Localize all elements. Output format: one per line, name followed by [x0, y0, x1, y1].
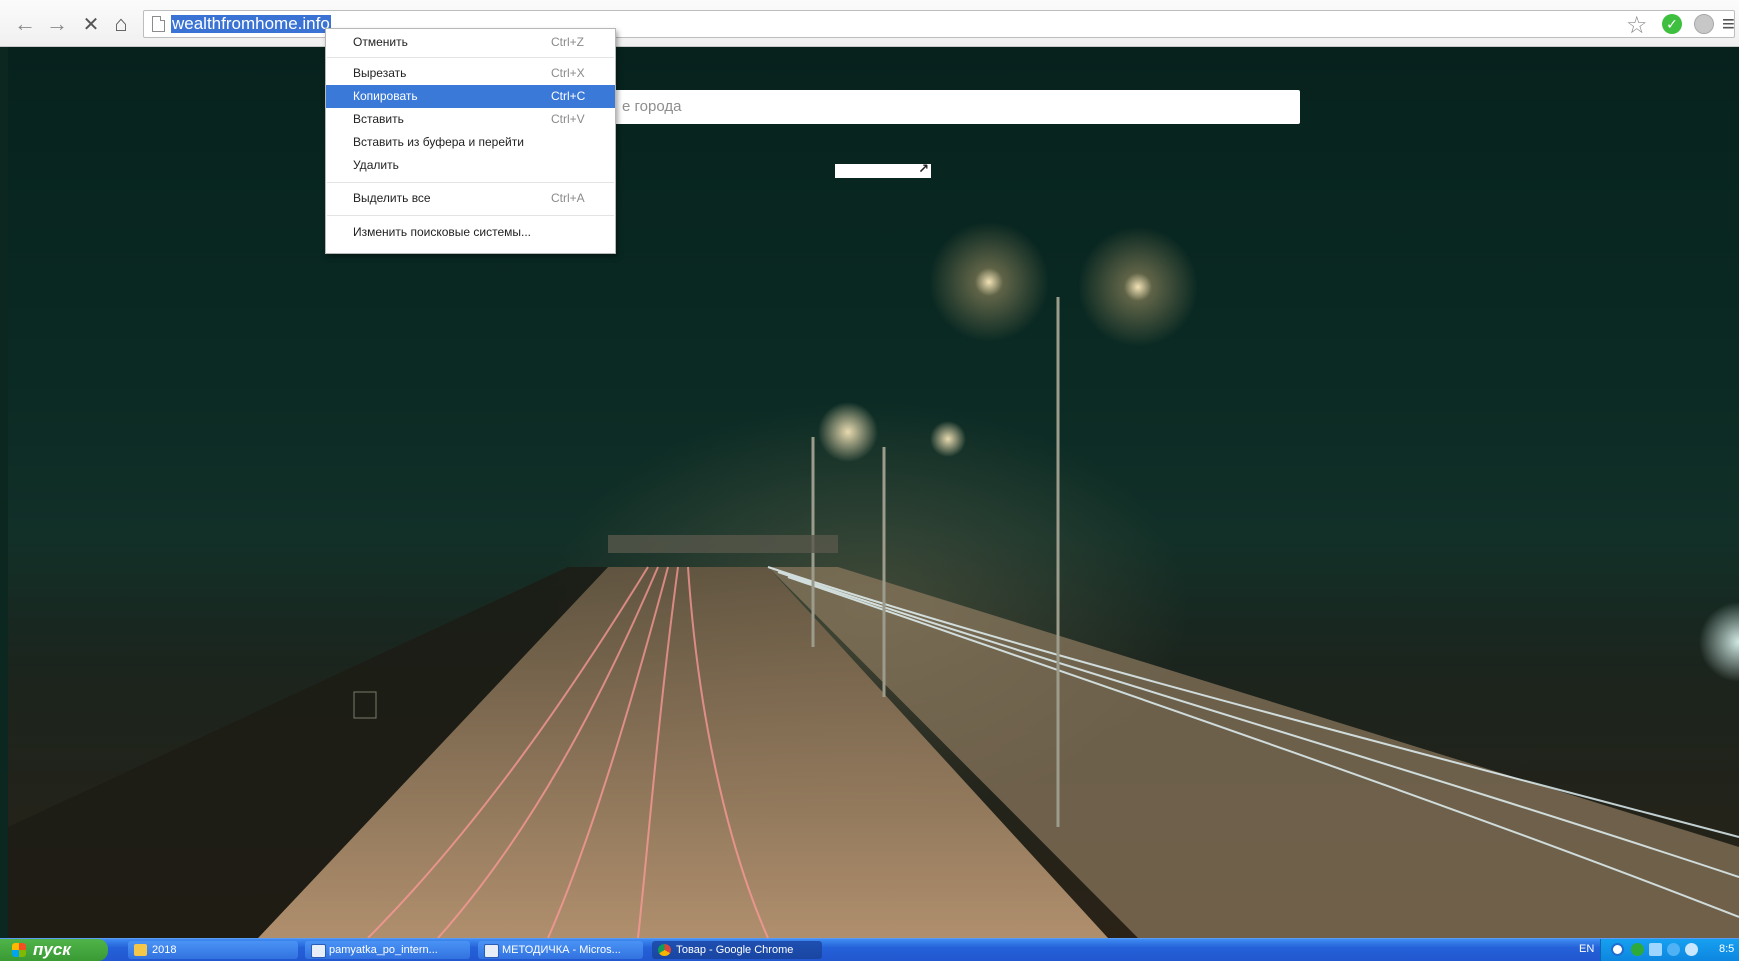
- page-background: е города ↗: [8, 47, 1739, 938]
- bookmark-star-icon[interactable]: ☆: [1626, 11, 1648, 40]
- menu-separator: [327, 182, 614, 183]
- windows-logo-icon: [12, 943, 26, 957]
- browser-toolbar: ← → ✕ ⌂ wealthfromhome.info ☆ ✓ ≡: [0, 0, 1739, 47]
- city-search-input[interactable]: е города: [560, 90, 1300, 124]
- menu-item-delete[interactable]: Удалить: [326, 154, 615, 177]
- external-link-button[interactable]: ↗: [835, 161, 931, 178]
- page-icon: [152, 16, 165, 32]
- antivirus-tray-icon[interactable]: [1631, 943, 1644, 956]
- stop-icon[interactable]: ✕: [78, 12, 104, 36]
- system-tray: EN 8:5: [1579, 939, 1739, 961]
- word-icon: [484, 944, 499, 958]
- menu-item-paste-and-go[interactable]: Вставить из буфера и перейти: [326, 131, 615, 154]
- chrome-menu-icon[interactable]: ≡: [1722, 11, 1735, 37]
- external-arrow-icon: ↗: [918, 161, 929, 176]
- network-tray-icon[interactable]: [1649, 943, 1662, 956]
- forward-arrow-icon[interactable]: →: [44, 11, 70, 36]
- menu-item-copy[interactable]: Копировать Ctrl+C: [326, 85, 615, 108]
- volume-tray-icon[interactable]: [1685, 943, 1698, 956]
- menu-item-select-all[interactable]: Выделить все Ctrl+A: [326, 187, 615, 210]
- menu-separator: [327, 215, 614, 216]
- menu-item-edit-search-engines[interactable]: Изменить поисковые системы...: [326, 221, 615, 244]
- menu-item-cut[interactable]: Вырезать Ctrl+X: [326, 62, 615, 85]
- folder-icon: [134, 944, 147, 956]
- search-placeholder: е города: [622, 98, 682, 115]
- back-arrow-icon[interactable]: ←: [12, 11, 38, 36]
- context-menu: Отменить Ctrl+Z Вырезать Ctrl+X Копирова…: [325, 28, 616, 254]
- extension-check-icon[interactable]: ✓: [1662, 14, 1682, 34]
- taskbar-item-folder-2018[interactable]: 2018: [128, 941, 298, 959]
- chrome-icon: [658, 944, 671, 956]
- taskbar-item-pamyatka[interactable]: pamyatka_po_intern...: [305, 941, 470, 959]
- update-tray-icon[interactable]: [1667, 943, 1680, 956]
- menu-item-paste[interactable]: Вставить Ctrl+V: [326, 108, 615, 131]
- taskbar-item-metodichka[interactable]: МЕТОДИЧКА - Micros...: [478, 941, 643, 959]
- clock: 8:5: [1719, 943, 1735, 955]
- home-icon[interactable]: ⌂: [108, 11, 134, 36]
- windows-taskbar: пуск 2018 pamyatka_po_intern... МЕТОДИЧК…: [0, 938, 1739, 961]
- tray-arrow-icon[interactable]: [1611, 943, 1624, 956]
- menu-separator: [327, 57, 614, 58]
- menu-item-undo[interactable]: Отменить Ctrl+Z: [326, 31, 615, 54]
- language-indicator[interactable]: EN: [1579, 943, 1594, 955]
- taskbar-item-chrome[interactable]: Товар - Google Chrome: [652, 941, 822, 959]
- highway-photo: [8, 297, 1739, 938]
- start-button[interactable]: пуск: [0, 939, 108, 961]
- start-label: пуск: [33, 940, 71, 959]
- url-text[interactable]: wealthfromhome.info: [171, 15, 331, 33]
- extension-globe-icon[interactable]: [1694, 14, 1714, 34]
- word-icon: [311, 944, 326, 958]
